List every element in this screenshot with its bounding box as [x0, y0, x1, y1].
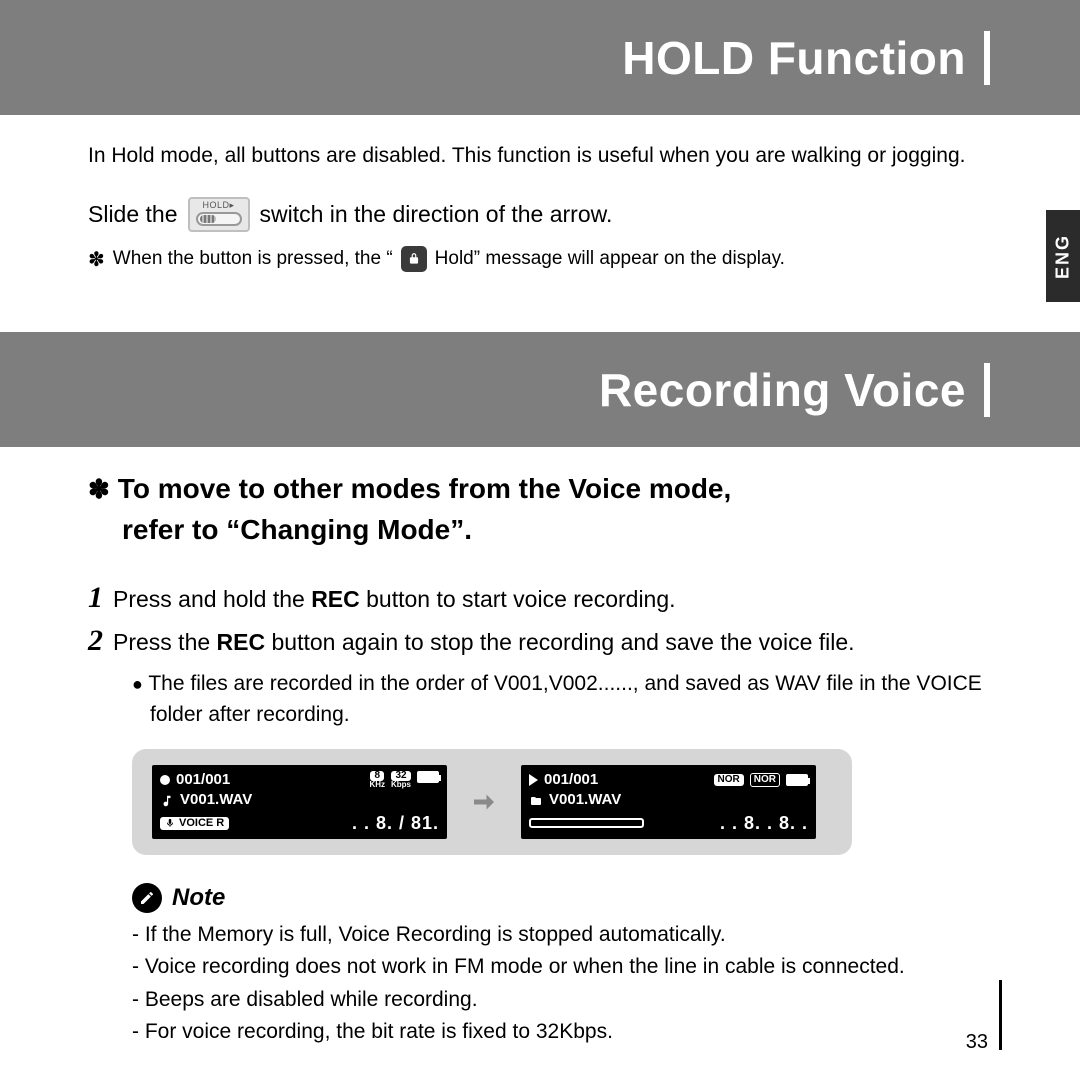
page-number: 33	[966, 1031, 988, 1054]
voice-mode-badge: VOICE R	[160, 817, 229, 831]
filename: V001.WAV	[549, 791, 621, 810]
step-text: Press the REC button again to stop the r…	[113, 625, 855, 660]
play-icon	[529, 774, 538, 786]
note-heading: Note	[132, 883, 992, 913]
pencil-circle-icon	[132, 883, 162, 913]
asterisk-icon: ✽	[88, 474, 110, 504]
note-item: Voice recording does not work in FM mode…	[132, 951, 992, 984]
note-item: For voice recording, the bit rate is fix…	[132, 1016, 992, 1049]
hold-switch-icon: HOLD▸	[188, 197, 250, 232]
section-title: Recording Voice	[599, 363, 966, 417]
note-label: Note	[172, 884, 225, 912]
step-number: 2	[88, 624, 103, 658]
file-order-note: ● The files are recorded in the order of…	[132, 668, 992, 731]
folder-icon	[529, 795, 543, 807]
slide-instruction: Slide the HOLD▸ switch in the direction …	[88, 197, 992, 232]
section-header-hold: HOLD Function	[0, 0, 1080, 115]
crossref-line2: refer to “Changing Mode”.	[122, 510, 992, 551]
subnote-before: When the button is pressed, the “	[113, 248, 393, 270]
elapsed-time: . . 8. . 8. .	[720, 812, 808, 835]
filename: V001.WAV	[180, 791, 252, 810]
hold-intro-text: In Hold mode, all buttons are disabled. …	[88, 141, 992, 171]
note-item: If the Memory is full, Voice Recording i…	[132, 919, 992, 952]
header-divider	[984, 31, 990, 85]
language-label: ENG	[1053, 234, 1074, 279]
lock-icon	[401, 246, 427, 272]
slide-text-after: switch in the direction of the arrow.	[260, 201, 613, 228]
bitrate-readout: 8KHz 32Kbps	[369, 771, 439, 789]
note-item: Beeps are disabled while recording.	[132, 984, 992, 1017]
step-number: 1	[88, 581, 103, 615]
subnote-after: Hold” message will appear on the display…	[435, 248, 785, 270]
track-counter: 001/001	[176, 771, 230, 790]
lcd-screen-recording: 001/001 8KHz 32Kbps V001.WAV	[152, 765, 447, 839]
step-list: 1 Press and hold the REC button to start…	[88, 581, 992, 660]
elapsed-time: . . 8. / 81.	[352, 812, 439, 835]
section-title: HOLD Function	[622, 31, 966, 85]
bullet-icon: ●	[132, 674, 143, 694]
step-2: 2 Press the REC button again to stop the…	[88, 624, 992, 660]
language-tab: ENG	[1046, 210, 1080, 302]
slide-text-before: Slide the	[88, 201, 178, 228]
margin-rule	[999, 980, 1002, 1050]
header-divider	[984, 363, 990, 417]
battery-icon	[417, 771, 439, 783]
section-header-recording: Recording Voice	[0, 332, 1080, 447]
lcd-preview: 001/001 8KHz 32Kbps V001.WAV	[132, 749, 852, 855]
hold-switch-label: HOLD▸	[203, 201, 235, 210]
note-list: If the Memory is full, Voice Recording i…	[132, 919, 992, 1049]
lcd-screen-playback: 001/001 NOR NOR V001.WAV . .	[521, 765, 816, 839]
nor-badge: NOR	[714, 774, 744, 787]
music-note-icon	[160, 794, 174, 808]
arrow-right-icon	[467, 787, 501, 817]
record-dot-icon	[160, 775, 170, 785]
cross-reference: ✽ To move to other modes from the Voice m…	[88, 469, 992, 550]
progress-bar	[529, 818, 644, 828]
track-counter: 001/001	[544, 771, 598, 790]
microphone-icon	[165, 817, 175, 829]
nor-badge-inverse: NOR	[750, 773, 780, 788]
crossref-line1: To move to other modes from the Voice mo…	[118, 473, 731, 504]
hold-subnote: ✽ When the button is pressed, the “ Hold…	[88, 246, 992, 272]
step-text: Press and hold the REC button to start v…	[113, 582, 676, 617]
asterisk-icon: ✽	[88, 247, 105, 272]
step-1: 1 Press and hold the REC button to start…	[88, 581, 992, 617]
battery-icon	[786, 774, 808, 786]
